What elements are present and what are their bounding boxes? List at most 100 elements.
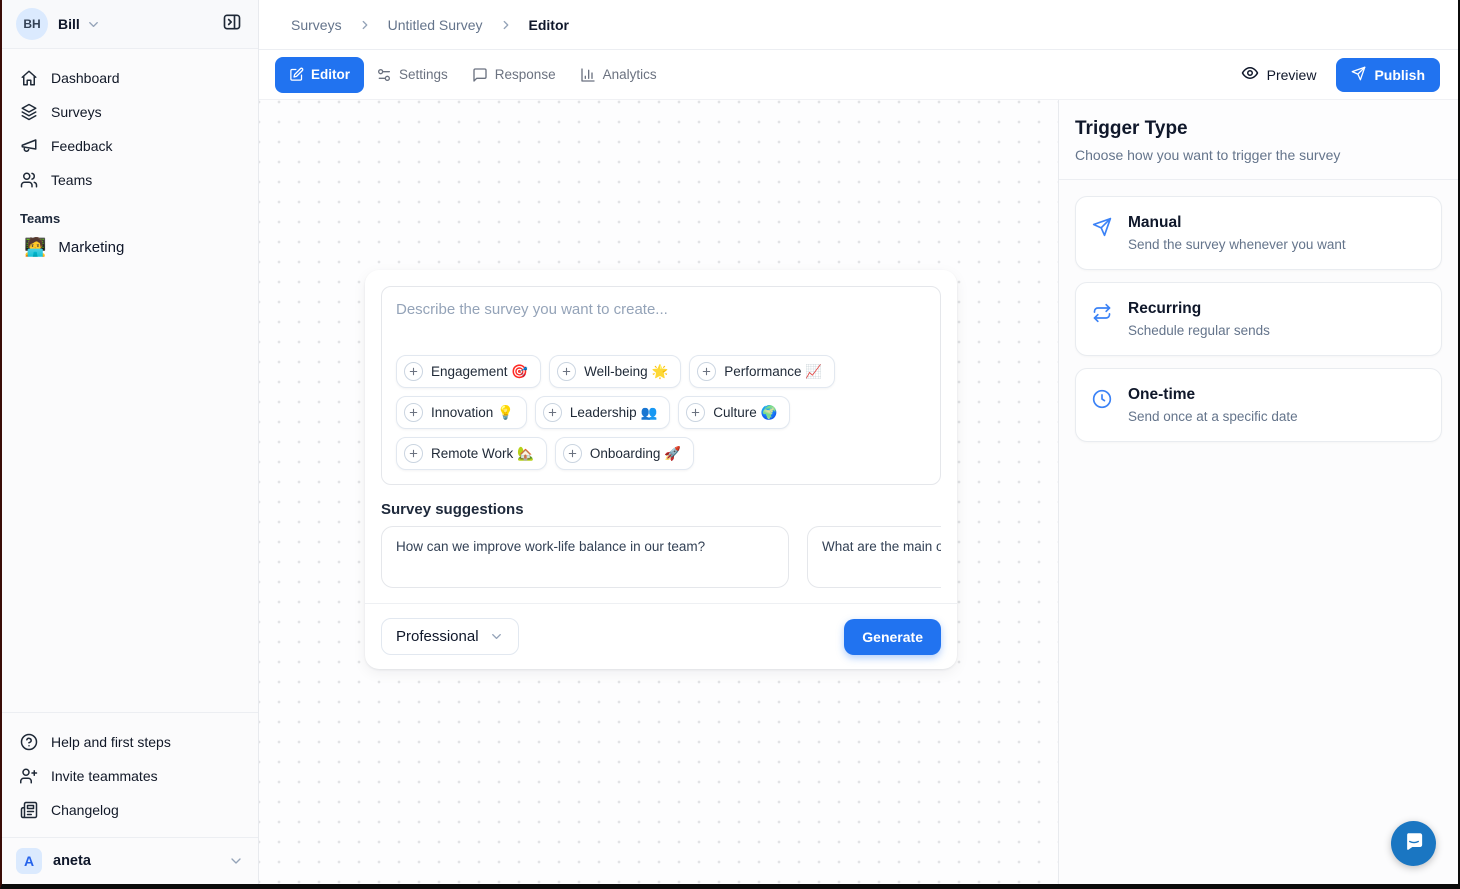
sliders-icon xyxy=(376,67,392,83)
main-area: Surveys Untitled Survey Editor Editor xyxy=(259,0,1458,884)
sidebar-item-changelog[interactable]: Changelog xyxy=(12,793,248,827)
sidebar-nav: Dashboard Surveys Feedback Teams xyxy=(2,49,258,197)
sidebar-item-label: Dashboard xyxy=(51,70,120,86)
sidebar-item-label: Invite teammates xyxy=(51,768,158,784)
survey-canvas[interactable]: Engagement 🎯 Well-being 🌟 Performance 📈 xyxy=(259,100,1058,884)
suggestion-card[interactable]: What are the main ob xyxy=(807,526,941,588)
repeat-icon xyxy=(1092,303,1112,338)
publish-button[interactable]: Publish xyxy=(1336,58,1440,92)
sidebar-item-feedback[interactable]: Feedback xyxy=(12,129,248,163)
topic-chip-innovation[interactable]: Innovation 💡 xyxy=(396,396,527,429)
trigger-option-one-time[interactable]: One-time Send once at a specific date xyxy=(1075,368,1442,442)
tone-value: Professional xyxy=(396,628,479,645)
message-icon xyxy=(472,67,488,83)
chip-emoji: 🌍 xyxy=(761,405,778,420)
plus-icon xyxy=(404,403,423,422)
preview-button[interactable]: Preview xyxy=(1241,64,1317,85)
tab-response[interactable]: Response xyxy=(460,57,568,93)
workspace-switcher[interactable]: BH Bill xyxy=(2,0,258,49)
app: BH Bill Dashboard xyxy=(2,0,1458,884)
sidebar-collapse-button[interactable] xyxy=(218,10,246,38)
user-plus-icon xyxy=(20,767,38,785)
preview-label: Preview xyxy=(1267,67,1317,83)
plus-icon xyxy=(697,362,716,381)
newspaper-icon xyxy=(20,801,38,819)
chip-label: Engagement xyxy=(431,364,508,379)
plus-icon xyxy=(404,362,423,381)
content: Engagement 🎯 Well-being 🌟 Performance 📈 xyxy=(259,100,1458,884)
topic-chip-remote-work[interactable]: Remote Work 🏡 xyxy=(396,437,547,470)
suggestions-row: How can we improve work-life balance in … xyxy=(381,526,941,588)
breadcrumb-editor: Editor xyxy=(529,17,569,33)
window-frame: BH Bill Dashboard xyxy=(0,0,1460,889)
sidebar-item-teams[interactable]: Teams xyxy=(12,163,248,197)
sidebar-item-surveys[interactable]: Surveys xyxy=(12,95,248,129)
help-circle-icon xyxy=(20,733,38,751)
chevron-down-icon xyxy=(489,629,504,644)
topic-chip-leadership[interactable]: Leadership 👥 xyxy=(535,396,670,429)
chevron-down-icon xyxy=(228,853,244,869)
chip-emoji: 📈 xyxy=(805,364,822,379)
panel-subtitle: Choose how you want to trigger the surve… xyxy=(1075,147,1442,163)
sidebar-footer-nav: Help and first steps Invite teammates Ch… xyxy=(2,712,258,827)
chip-emoji: 💡 xyxy=(497,405,514,420)
suggestion-card[interactable]: How can we improve work-life balance in … xyxy=(381,526,789,588)
tab-analytics[interactable]: Analytics xyxy=(568,57,669,93)
trigger-option-recurring[interactable]: Recurring Schedule regular sends xyxy=(1075,282,1442,356)
bar-chart-icon xyxy=(580,67,596,83)
send-icon xyxy=(1351,66,1366,84)
topic-chip-performance[interactable]: Performance 📈 xyxy=(689,355,835,388)
topic-chips: Engagement 🎯 Well-being 🌟 Performance 📈 xyxy=(396,355,926,470)
chip-emoji: 👥 xyxy=(640,405,657,420)
chat-launcher-button[interactable] xyxy=(1391,821,1436,866)
team-emoji: 🧑‍💻 xyxy=(24,238,46,256)
tone-select[interactable]: Professional xyxy=(381,618,519,655)
clock-icon xyxy=(1092,389,1112,424)
chip-label: Culture xyxy=(713,405,757,420)
chip-label: Leadership xyxy=(570,405,637,420)
megaphone-icon xyxy=(20,137,38,155)
breadcrumb-untitled-survey[interactable]: Untitled Survey xyxy=(388,17,483,33)
sidebar-item-dashboard[interactable]: Dashboard xyxy=(12,61,248,95)
plus-icon xyxy=(557,362,576,381)
workspace-name: Bill xyxy=(58,16,80,32)
topic-chip-culture[interactable]: Culture 🌍 xyxy=(678,396,790,429)
sidebar-item-label: Changelog xyxy=(51,802,119,818)
tab-label: Settings xyxy=(399,67,448,82)
sidebar-item-help[interactable]: Help and first steps xyxy=(12,725,248,759)
plus-icon xyxy=(404,444,423,463)
account-menu[interactable]: A aneta xyxy=(2,837,258,884)
sidebar: BH Bill Dashboard xyxy=(2,0,259,884)
ai-composer-card: Engagement 🎯 Well-being 🌟 Performance 📈 xyxy=(365,270,957,669)
generate-button[interactable]: Generate xyxy=(844,619,941,655)
account-avatar: A xyxy=(16,848,42,874)
panel-title: Trigger Type xyxy=(1075,118,1442,140)
sidebar-item-label: Teams xyxy=(51,172,92,188)
editor-toolbar: Editor Settings Response Analytics xyxy=(259,50,1458,100)
sidebar-item-invite[interactable]: Invite teammates xyxy=(12,759,248,793)
topic-chip-onboarding[interactable]: Onboarding 🚀 xyxy=(555,437,694,470)
tab-settings[interactable]: Settings xyxy=(364,57,460,93)
prompt-card: Engagement 🎯 Well-being 🌟 Performance 📈 xyxy=(381,286,941,485)
breadcrumb-surveys[interactable]: Surveys xyxy=(291,17,342,33)
tab-editor[interactable]: Editor xyxy=(275,57,364,93)
workspace-avatar: BH xyxy=(16,8,48,40)
chip-emoji: 🚀 xyxy=(664,446,681,461)
plus-icon xyxy=(543,403,562,422)
survey-prompt-input[interactable] xyxy=(396,301,926,355)
trigger-options: Manual Send the survey whenever you want… xyxy=(1059,180,1458,458)
teams-section-heading: Teams xyxy=(2,197,258,232)
chip-emoji: 🏡 xyxy=(517,446,534,461)
chip-label: Performance xyxy=(724,364,801,379)
trigger-title: One-time xyxy=(1128,386,1298,404)
tab-label: Editor xyxy=(311,67,350,82)
chevron-right-icon xyxy=(358,18,372,32)
users-icon xyxy=(20,171,38,189)
trigger-option-manual[interactable]: Manual Send the survey whenever you want xyxy=(1075,196,1442,270)
topic-chip-well-being[interactable]: Well-being 🌟 xyxy=(549,355,681,388)
chip-label: Innovation xyxy=(431,405,493,420)
suggestions-heading: Survey suggestions xyxy=(381,501,941,518)
sidebar-item-marketing-team[interactable]: 🧑‍💻 Marketing xyxy=(2,232,258,262)
trigger-description: Send once at a specific date xyxy=(1128,409,1298,424)
topic-chip-engagement[interactable]: Engagement 🎯 xyxy=(396,355,541,388)
